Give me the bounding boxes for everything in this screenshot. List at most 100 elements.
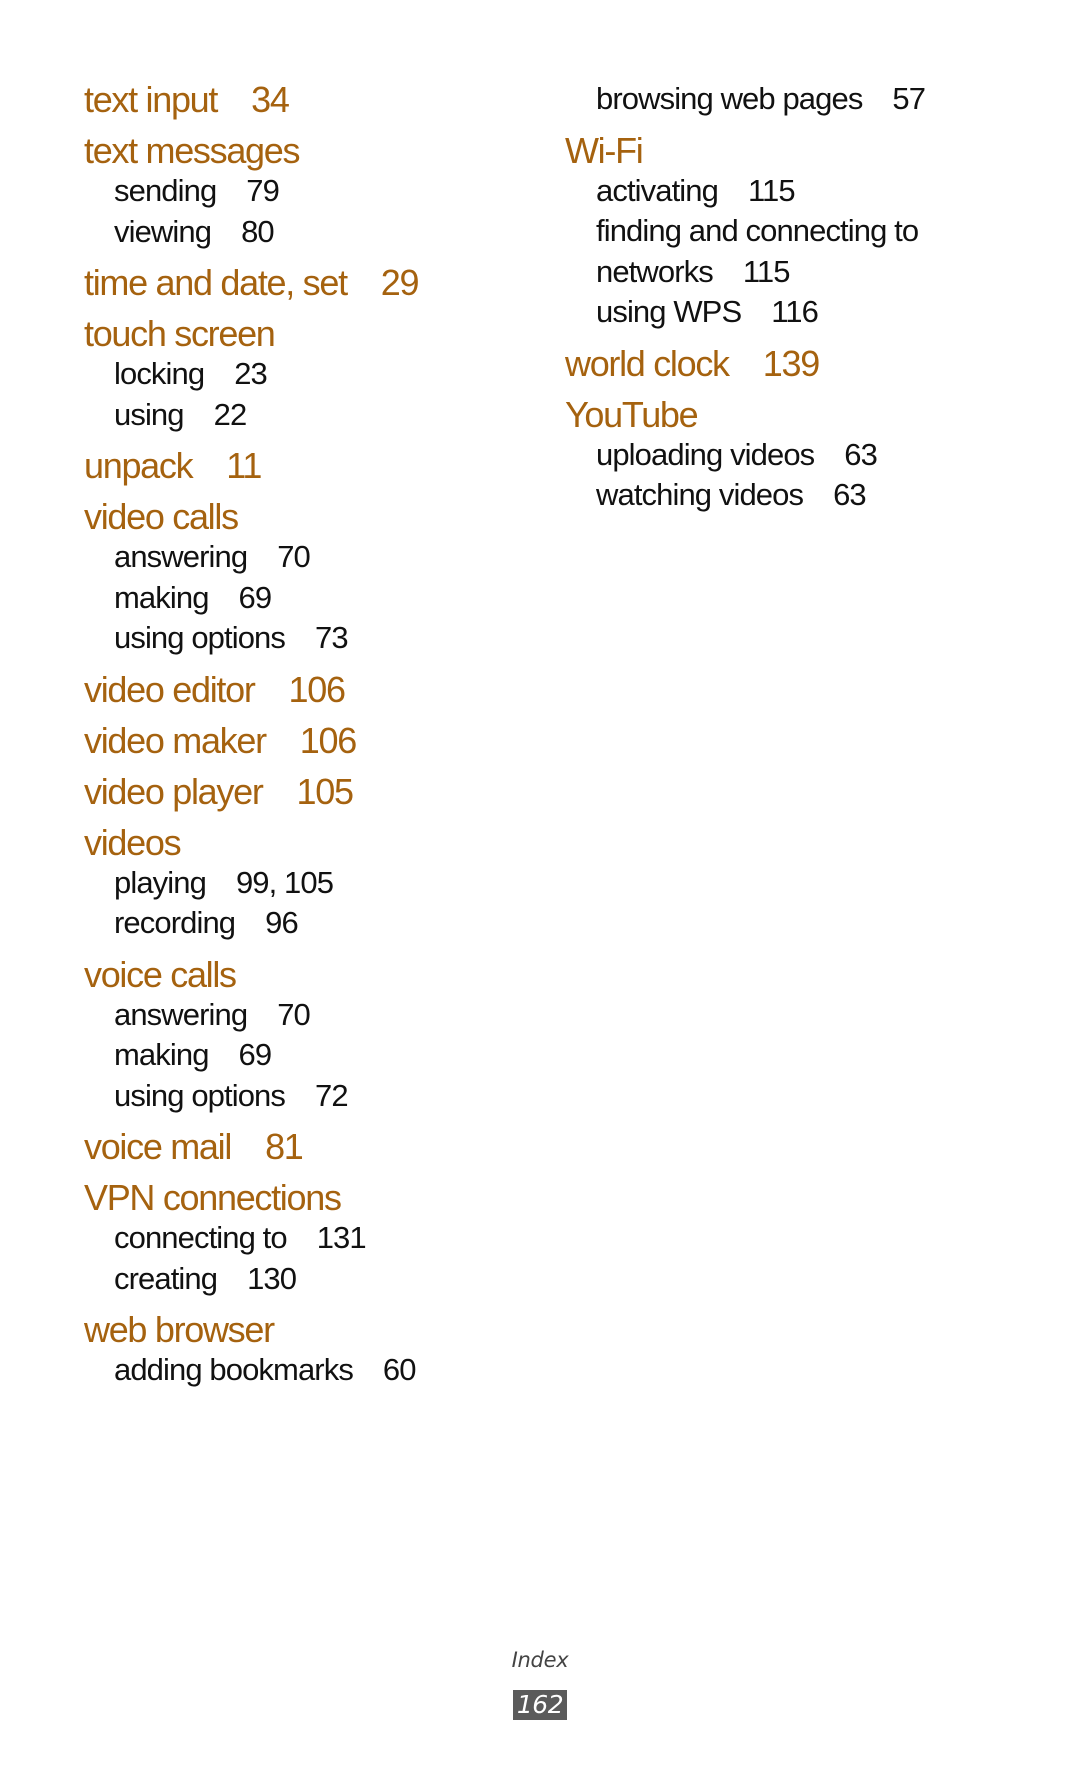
page-ref[interactable]: 57 bbox=[892, 81, 926, 116]
index-entry: time and date, set 29 bbox=[84, 262, 544, 303]
index-subentry: using options 72 bbox=[84, 1076, 544, 1117]
term-label: Wi-Fi bbox=[565, 129, 644, 171]
index-entry: Wi-Fi activating 115 finding and connecti… bbox=[565, 130, 1045, 333]
index-subentry: uploading videos 63 bbox=[565, 435, 1045, 476]
index-term: video calls bbox=[84, 496, 544, 537]
index-subentry: sending 79 bbox=[84, 171, 544, 212]
page-ref[interactable]: 96 bbox=[265, 905, 299, 940]
subentry-label-continuation: networks bbox=[596, 253, 714, 289]
page-ref[interactable]: 73 bbox=[315, 620, 349, 655]
subentry-label: sending bbox=[114, 173, 217, 208]
subentry-label: making bbox=[114, 1037, 209, 1072]
subentry-label: recording bbox=[114, 905, 236, 940]
index-term: touch screen bbox=[84, 313, 544, 354]
index-entry: video editor 106 bbox=[84, 669, 544, 710]
page-ref[interactable]: 69 bbox=[239, 1037, 273, 1072]
index-entry: YouTube uploading videos 63 watching vide… bbox=[565, 394, 1045, 516]
index-subentry: answering 70 bbox=[84, 995, 544, 1036]
index-entry: video calls answering 70 making 69 using o… bbox=[84, 496, 544, 659]
subentry-label: locking bbox=[114, 356, 205, 391]
page-ref[interactable]: 81 bbox=[265, 1126, 304, 1167]
page-ref[interactable]: 69 bbox=[239, 580, 273, 615]
term-label: YouTube bbox=[565, 393, 699, 435]
page-ref[interactable]: 79 bbox=[246, 173, 280, 208]
page-ref[interactable]: 60 bbox=[383, 1352, 417, 1387]
term-label: video maker bbox=[84, 719, 267, 761]
index-subentry: using 22 bbox=[84, 395, 544, 436]
subentry-label: uploading videos bbox=[596, 436, 815, 472]
index-subentry: browsing web pages 57 bbox=[565, 79, 1045, 120]
page-ref[interactable]: 63 bbox=[833, 477, 867, 512]
index-entry: web browser adding bookmarks 60 bbox=[84, 1309, 544, 1391]
page-number: 162 bbox=[513, 1690, 567, 1720]
page-ref[interactable]: 139 bbox=[763, 343, 820, 384]
subentry-label: answering bbox=[114, 996, 248, 1032]
page-ref[interactable]: 130 bbox=[247, 1261, 297, 1296]
page-ref[interactable]: 131 bbox=[317, 1220, 367, 1255]
subentry-label: activating bbox=[596, 172, 719, 208]
page-ref[interactable]: 23 bbox=[234, 356, 268, 391]
term-label: time and date, set bbox=[84, 262, 348, 303]
page-ref[interactable]: 70 bbox=[277, 539, 311, 574]
index-subentry-continuation: networks 115 bbox=[565, 252, 1045, 293]
page-ref[interactable]: 115 bbox=[748, 173, 796, 208]
page-ref[interactable]: 106 bbox=[300, 720, 357, 761]
subentry-label: using options bbox=[114, 1077, 286, 1113]
index-term: text messages bbox=[84, 130, 544, 171]
index-subentry: activating 115 bbox=[565, 171, 1045, 212]
page-ref[interactable]: 80 bbox=[241, 214, 275, 249]
index-subentry: watching videos 63 bbox=[565, 475, 1045, 516]
page-ref[interactable]: 63 bbox=[844, 437, 878, 472]
index-term: text input 34 bbox=[84, 79, 544, 120]
term-label: web browser bbox=[84, 1309, 275, 1350]
term-label: videos bbox=[84, 821, 182, 863]
index-term: video editor 106 bbox=[84, 669, 544, 710]
page-ref[interactable]: 116 bbox=[771, 294, 819, 329]
subentry-label: using WPS bbox=[596, 294, 742, 329]
page-ref[interactable]: 22 bbox=[214, 397, 248, 432]
term-label: video player bbox=[84, 770, 264, 812]
subentry-label: making bbox=[114, 579, 209, 615]
term-label: video editor bbox=[84, 668, 256, 710]
index-entry: voice calls answering 70 making 69 using o… bbox=[84, 954, 544, 1117]
index-entry: videos playing 99, 105 recording 96 bbox=[84, 822, 544, 944]
index-term: web browser bbox=[84, 1309, 544, 1350]
index-term: video player 105 bbox=[84, 771, 544, 812]
term-label: VPN connections bbox=[84, 1177, 342, 1218]
index-entry: unpack 11 bbox=[84, 445, 544, 486]
section-title: Index bbox=[511, 1648, 569, 1672]
page-ref[interactable]: 106 bbox=[289, 669, 346, 710]
page-ref[interactable]: 29 bbox=[381, 262, 420, 303]
subentry-label: using bbox=[114, 396, 185, 432]
page-ref[interactable]: 11 bbox=[226, 445, 262, 486]
page-ref[interactable]: 72 bbox=[315, 1078, 349, 1113]
term-label: voice calls bbox=[84, 953, 237, 995]
subentry-label: using options bbox=[114, 620, 286, 655]
index-term: Wi-Fi bbox=[565, 130, 1045, 171]
index-subentry: using WPS 116 bbox=[565, 292, 1045, 333]
index-term: video maker 106 bbox=[84, 720, 544, 761]
page-ref[interactable]: 115 bbox=[743, 254, 791, 289]
page-ref[interactable]: 34 bbox=[251, 79, 290, 120]
index-entry: text input 34 bbox=[84, 79, 544, 120]
index-term: YouTube bbox=[565, 394, 1045, 435]
index-entry: voice mail 81 bbox=[84, 1126, 544, 1167]
subentry-label: browsing web pages bbox=[596, 81, 863, 116]
index-subentry: viewing 80 bbox=[84, 212, 544, 253]
page-ref[interactable]: 70 bbox=[277, 997, 311, 1032]
index-entry: touch screen locking 23 using 22 bbox=[84, 313, 544, 435]
index-entry-continued: browsing web pages 57 bbox=[565, 79, 1045, 120]
index-column-right: browsing web pages 57 Wi-Fi activating 115… bbox=[565, 79, 1045, 516]
index-entry: VPN connections connecting to 131 creatin… bbox=[84, 1177, 544, 1299]
subentry-label: finding and connecting to bbox=[596, 213, 919, 248]
page-ref[interactable]: 105 bbox=[297, 771, 354, 812]
subentry-label: playing bbox=[114, 864, 207, 900]
term-label: text messages bbox=[84, 130, 301, 171]
term-label: voice mail bbox=[84, 1126, 232, 1167]
page-ref[interactable]: 99, 105 bbox=[236, 865, 334, 900]
index-term: time and date, set 29 bbox=[84, 262, 544, 303]
index-term: world clock 139 bbox=[565, 343, 1045, 384]
index-term: voice calls bbox=[84, 954, 544, 995]
index-term: voice mail 81 bbox=[84, 1126, 544, 1167]
index-term: videos bbox=[84, 822, 544, 863]
